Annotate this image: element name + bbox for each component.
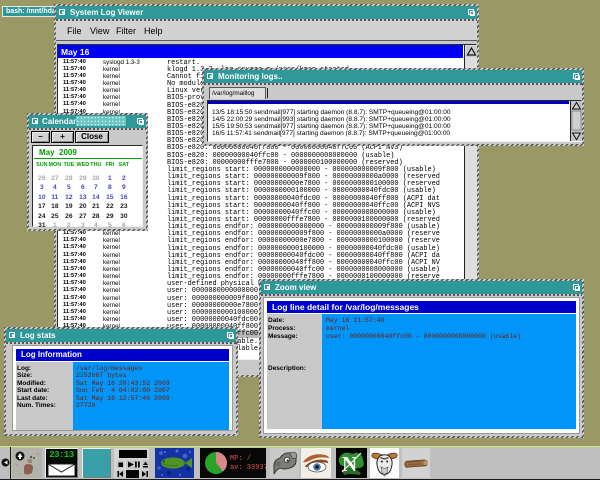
svg-text:av: 33937: av: 33937 bbox=[230, 464, 266, 472]
svg-text:MP: /: MP: / bbox=[230, 455, 251, 463]
